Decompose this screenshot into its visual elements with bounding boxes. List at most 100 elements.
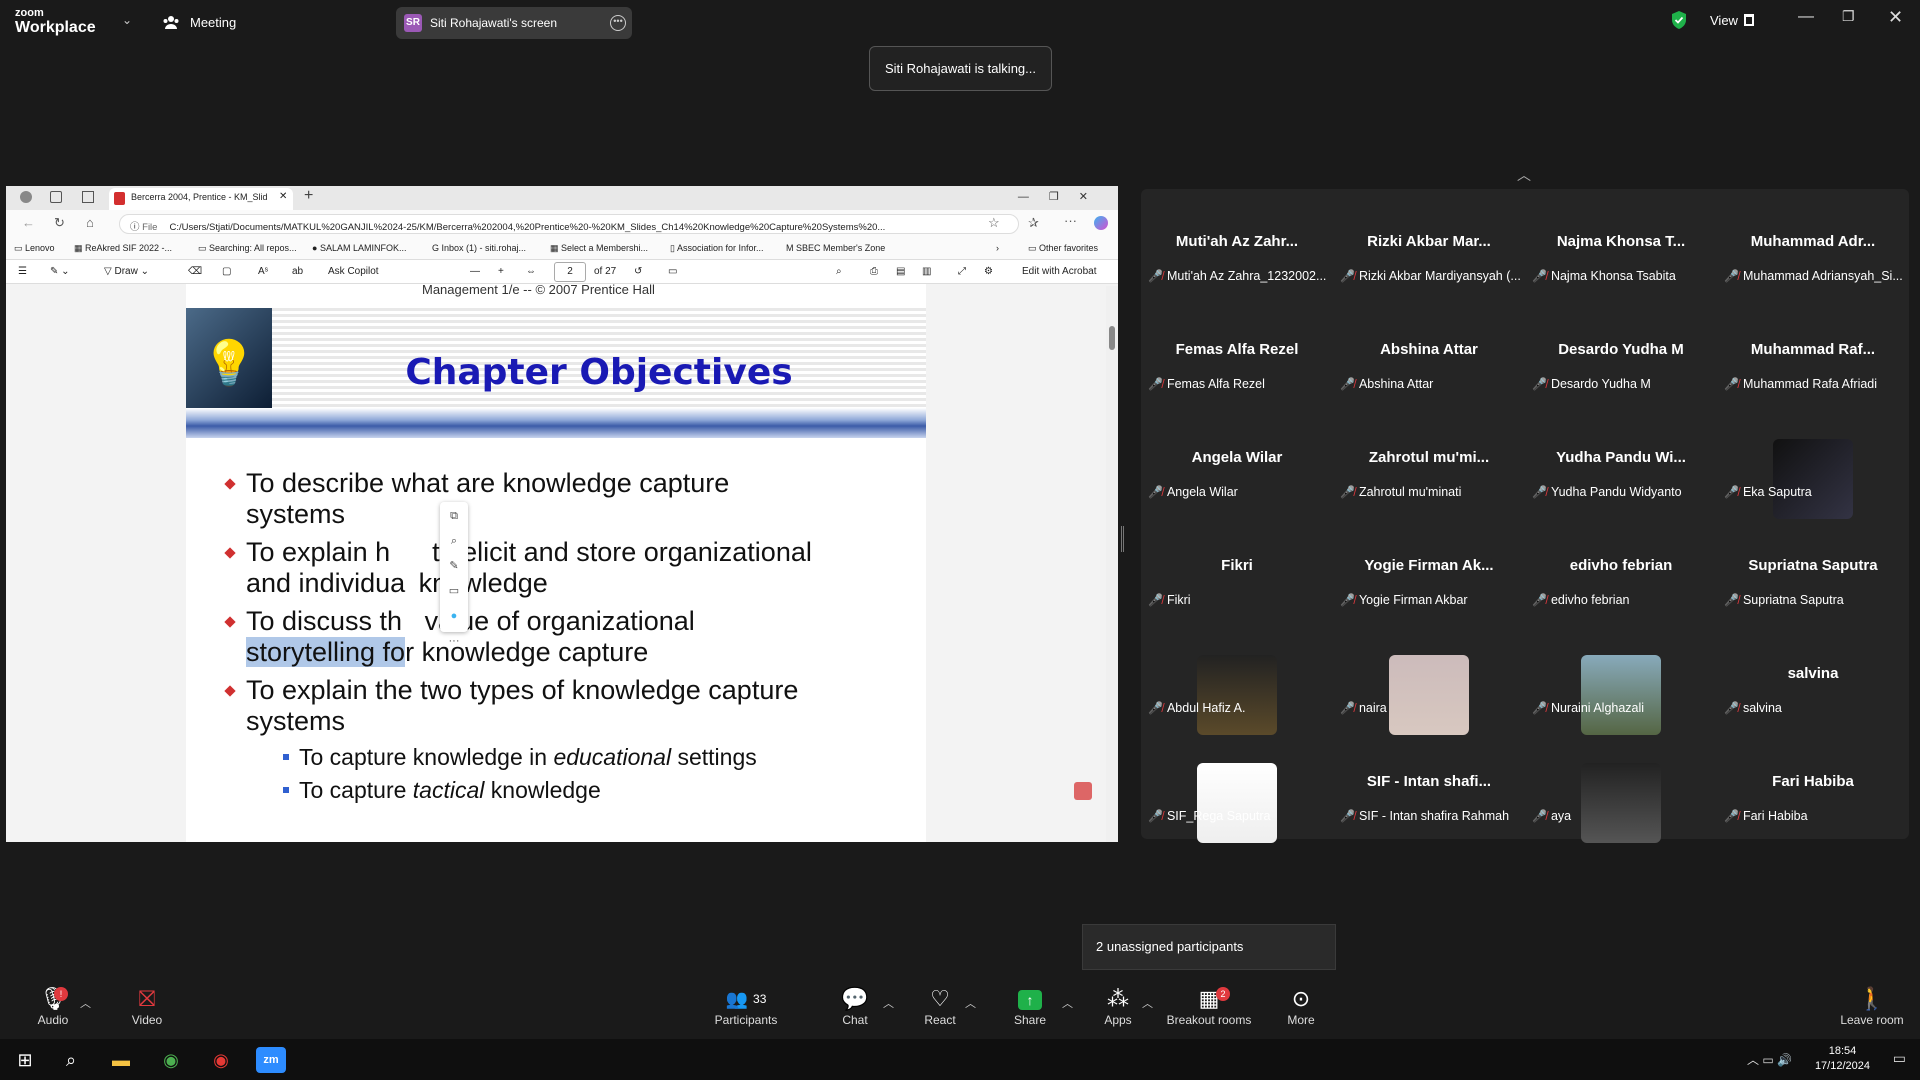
- address-input[interactable]: ⓘ File C:/Users/Stjati/Documents/MATKUL%2…: [119, 214, 1019, 234]
- chrome-icon[interactable]: ◉: [158, 1047, 184, 1073]
- view-grid-icon[interactable]: [1744, 14, 1754, 26]
- acrobat-icon[interactable]: [1074, 782, 1092, 800]
- participant-tile[interactable]: 🎤̸ naira: [1333, 621, 1525, 735]
- fav-sbec[interactable]: M SBEC Member's Zone: [786, 243, 885, 253]
- participant-tile[interactable]: Fari Habiba 🎤̸ Fari Habiba: [1717, 729, 1909, 837]
- tray-icons[interactable]: ︿ ▭ 🔊: [1747, 1051, 1792, 1068]
- participant-tile[interactable]: Yogie Firman Ak... 🎤̸ Yogie Firman Akbar: [1333, 513, 1525, 621]
- pdf-viewer[interactable]: Management 1/e -- © 2007 Prentice Hall 💡…: [6, 284, 1118, 842]
- refresh-icon[interactable]: ↻: [54, 215, 65, 231]
- chat-options-caret[interactable]: ︿: [883, 995, 894, 1011]
- copy-icon[interactable]: ⧉: [440, 504, 468, 529]
- file-explorer-icon[interactable]: ▬: [108, 1047, 134, 1073]
- fav-lenovo[interactable]: ▭ Lenovo: [14, 243, 55, 254]
- react-options-caret[interactable]: ︿: [965, 995, 976, 1011]
- new-tab-icon[interactable]: +: [304, 187, 313, 205]
- audio-button[interactable]: 🎙 ! Audio: [28, 981, 78, 1039]
- participants-button[interactable]: 👥 33 Participants: [706, 981, 786, 1039]
- share-button[interactable]: ↑ Share: [1005, 981, 1055, 1039]
- more-options-icon[interactable]: •••: [610, 15, 626, 31]
- more-button[interactable]: ⊙ More: [1276, 981, 1326, 1039]
- draw-button[interactable]: ▽ Draw ⌄: [104, 266, 149, 277]
- participant-tile[interactable]: Muti'ah Az Zahr... 🎤̸ Muti'ah Az Zahra_123…: [1141, 189, 1333, 297]
- menu-icon[interactable]: ···: [1064, 213, 1077, 228]
- print-icon[interactable]: ⎙: [870, 266, 878, 277]
- home-icon[interactable]: ⌂: [86, 215, 94, 230]
- participant-tile[interactable]: 🎤̸ aya: [1525, 729, 1717, 843]
- leave-room-button[interactable]: 🚶 Leave room: [1832, 981, 1912, 1039]
- fav-searching[interactable]: ▭ Searching: All repos...: [198, 243, 297, 254]
- participant-tile[interactable]: Abshina Attar 🎤̸ Abshina Attar: [1333, 297, 1525, 405]
- zoom-taskbar-icon[interactable]: zm: [256, 1047, 286, 1073]
- participant-tile[interactable]: Angela Wilar 🎤̸ Angela Wilar: [1141, 405, 1333, 513]
- save-icon[interactable]: ▤: [896, 266, 905, 277]
- workspaces-icon[interactable]: [50, 191, 62, 203]
- scrollbar[interactable]: [1106, 286, 1118, 842]
- browser-window-controls[interactable]: —❐✕: [1018, 190, 1108, 203]
- participant-tile[interactable]: 🎤̸ Eka Saputra: [1717, 405, 1909, 519]
- rotate-icon[interactable]: ↺: [634, 266, 642, 277]
- breakout-rooms-button[interactable]: ▦ 2 Breakout rooms: [1162, 981, 1256, 1039]
- participant-tile[interactable]: Zahrotul mu'mi... 🎤̸ Zahrotul mu'minati: [1333, 405, 1525, 513]
- resize-handle[interactable]: [1121, 526, 1124, 552]
- meeting-icon[interactable]: [162, 13, 180, 31]
- read-aloud-icon[interactable]: Aˢ: [258, 266, 268, 277]
- highlight-icon[interactable]: ✎: [440, 554, 468, 579]
- highlight-icon[interactable]: ✎ ⌄: [50, 266, 70, 277]
- fit-page-icon[interactable]: ⇔: [526, 266, 536, 277]
- chrome-profile-icon[interactable]: ◉: [208, 1047, 234, 1073]
- participant-tile[interactable]: Muhammad Adr... 🎤̸ Muhammad Adriansyah_Si.…: [1717, 189, 1909, 297]
- copilot-icon[interactable]: [1094, 216, 1108, 230]
- chevron-down-icon[interactable]: ⌄: [122, 13, 132, 27]
- chevron-up-icon[interactable]: ︿: [1517, 165, 1531, 185]
- comment-icon[interactable]: ▭: [440, 579, 468, 604]
- ask-copilot-button[interactable]: Ask Copilot: [328, 266, 379, 277]
- tab-actions-icon[interactable]: [82, 191, 94, 203]
- search-icon[interactable]: ⌕: [440, 529, 468, 554]
- participant-tile[interactable]: Desardo Yudha M 🎤̸ Desardo Yudha M: [1525, 297, 1717, 405]
- chevron-right-icon[interactable]: ›: [996, 243, 999, 253]
- selection-toolbar[interactable]: ⧉ ⌕ ✎ ▭ ● ···: [440, 502, 468, 647]
- translate-icon[interactable]: ab: [292, 266, 303, 277]
- eraser-icon[interactable]: ⌫: [188, 266, 202, 277]
- settings-icon[interactable]: ⚙: [984, 266, 993, 277]
- edit-with-acrobat-button[interactable]: Edit with Acrobat: [1022, 266, 1096, 277]
- clock[interactable]: 18:54 17/12/2024: [1815, 1044, 1870, 1074]
- participant-tile[interactable]: SIF - Intan shafi... 🎤̸ SIF - Intan shafir…: [1333, 729, 1525, 837]
- back-icon[interactable]: ←: [22, 215, 35, 230]
- participant-tile[interactable]: 🎤̸ SIF_Rega Saputra: [1141, 729, 1333, 843]
- more-icon[interactable]: ···: [440, 629, 468, 654]
- profile-icon[interactable]: [20, 191, 32, 203]
- apps-options-caret[interactable]: ︿: [1142, 995, 1153, 1011]
- windows-start-icon[interactable]: ⊞: [12, 1047, 38, 1073]
- browser-tab[interactable]: Bercerra 2004, Prentice - KM_Slid ✕: [109, 188, 293, 210]
- participant-tile[interactable]: Rizki Akbar Mar... 🎤̸ Rizki Akbar Mardiyan…: [1333, 189, 1525, 297]
- audio-options-caret[interactable]: ︿: [80, 995, 91, 1011]
- participant-tile[interactable]: edivho febrian 🎤̸ edivho febrian: [1525, 513, 1717, 621]
- shield-icon[interactable]: [1671, 11, 1687, 29]
- zoom-in-icon[interactable]: +: [498, 266, 504, 277]
- participant-tile[interactable]: Supriatna Saputra 🎤̸ Supriatna Saputra: [1717, 513, 1909, 621]
- meeting-label[interactable]: Meeting: [190, 15, 236, 30]
- favorites-icon[interactable]: ✰: [1028, 215, 1039, 231]
- search-icon[interactable]: ⌕: [836, 266, 842, 277]
- notifications-icon[interactable]: ▭: [1893, 1050, 1906, 1067]
- close-tab-icon[interactable]: ✕: [279, 191, 287, 202]
- participant-tile[interactable]: 🎤̸ Abdul Hafiz A.: [1141, 621, 1333, 735]
- participant-tile[interactable]: Najma Khonsa T... 🎤̸ Najma Khonsa Tsabita: [1525, 189, 1717, 297]
- copilot-icon[interactable]: ●: [440, 604, 468, 629]
- contents-icon[interactable]: ☰: [18, 266, 27, 277]
- shared-screen[interactable]: Bercerra 2004, Prentice - KM_Slid ✕ + —❐…: [6, 186, 1118, 842]
- favorite-star-icon[interactable]: ☆: [988, 215, 1000, 231]
- share-options-caret[interactable]: ︿: [1062, 995, 1073, 1011]
- page-view-icon[interactable]: ▭: [668, 266, 677, 277]
- react-button[interactable]: ♡ React: [915, 981, 965, 1039]
- participant-tile[interactable]: Fikri 🎤̸ Fikri: [1141, 513, 1333, 621]
- participant-tile[interactable]: Femas Alfa Rezel 🎤̸ Femas Alfa Rezel: [1141, 297, 1333, 405]
- fav-association[interactable]: ▯ Association for Infor...: [670, 243, 764, 254]
- close-icon[interactable]: ✕: [1888, 7, 1903, 28]
- fullscreen-icon[interactable]: ⤢: [958, 266, 966, 277]
- scrollbar-thumb[interactable]: [1109, 326, 1115, 350]
- screen-share-tab[interactable]: SR Siti Rohajawati's screen •••: [396, 7, 632, 39]
- fav-membership[interactable]: ▦ Select a Membershi...: [550, 243, 648, 254]
